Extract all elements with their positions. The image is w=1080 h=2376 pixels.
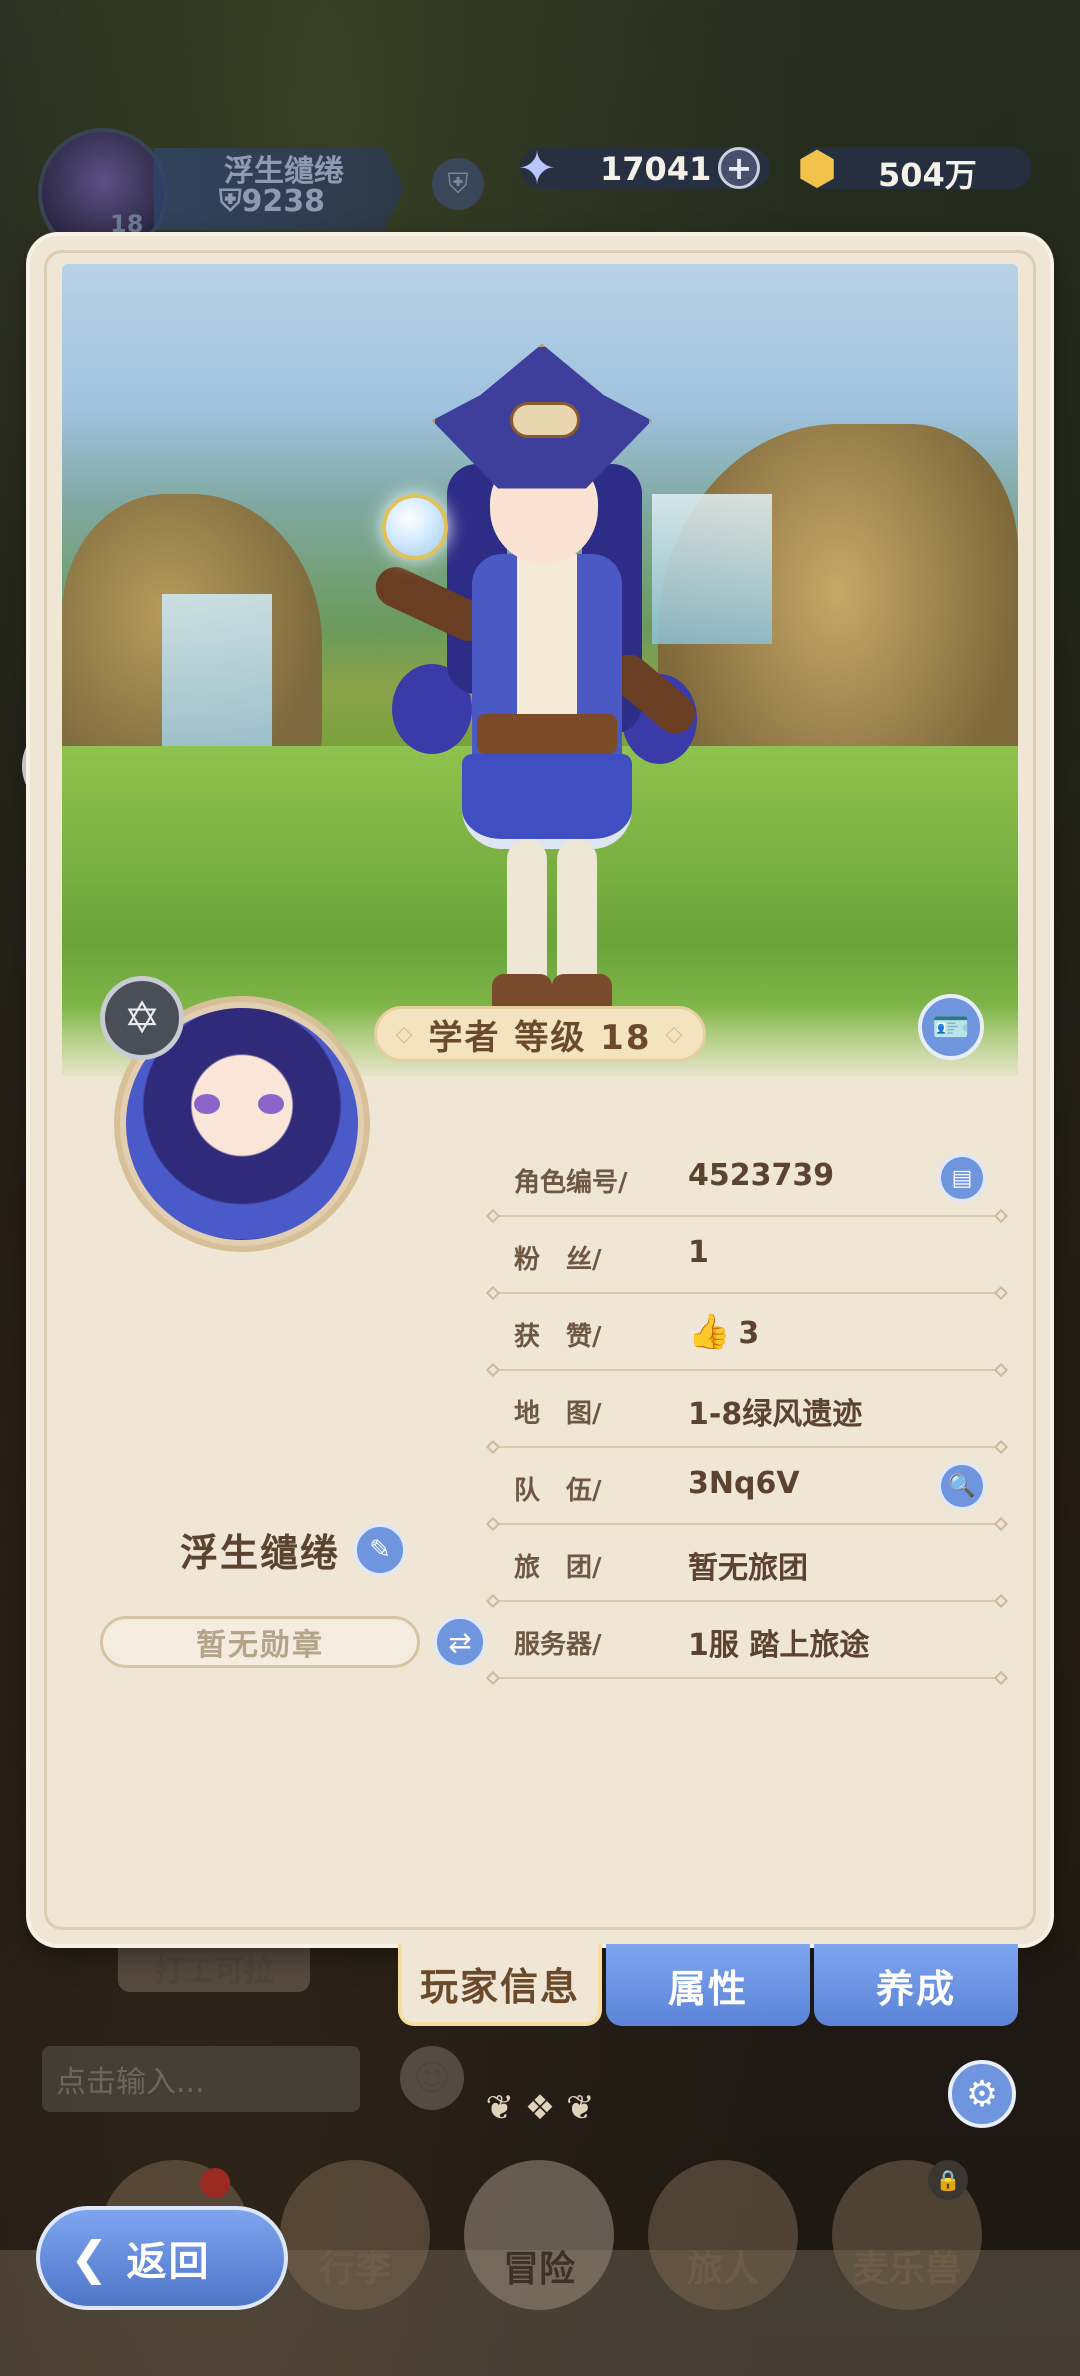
class-level-pill: ◇ 学者 等级 18 ◇: [374, 1006, 706, 1062]
likes-count: 3: [738, 1316, 760, 1351]
info-label: 粉 丝/: [514, 1245, 602, 1275]
class-level-text: 学者 等级 18: [428, 1017, 652, 1058]
star-emblem-icon: ✡: [100, 976, 184, 1060]
nav-pets-label: 麦乐兽: [852, 2249, 961, 2290]
add-gems-button[interactable]: +: [718, 147, 760, 189]
tab-attributes[interactable]: 属性: [606, 1944, 810, 2026]
diamond-deco-icon: ◇: [665, 1021, 685, 1047]
swap-medal-button[interactable]: ⇄: [434, 1616, 486, 1668]
crystal-orb: [382, 494, 448, 560]
nav-adventure[interactable]: 冒险: [464, 2160, 614, 2310]
gem-currency: ✦ 17041 +: [518, 141, 770, 195]
info-row-map: 地 图/ 1-8绿风遗迹: [490, 1371, 1004, 1448]
settings-gear-button[interactable]: ⚙: [948, 2060, 1016, 2128]
lock-icon: 🔒: [928, 2160, 968, 2200]
gem-count: 17041: [600, 150, 712, 188]
copy-id-button[interactable]: ▤: [938, 1154, 986, 1202]
info-row-likes: 获 赞/ 👍 3: [490, 1294, 1004, 1371]
info-value: 👍 3: [688, 1312, 759, 1352]
info-row-server: 服务器/ 1服 踏上旅途: [490, 1602, 1004, 1679]
hud-power: ⛨9238: [219, 184, 325, 219]
hud-power-value: 9238: [241, 184, 326, 219]
info-row-id: 角色编号/ 4523739 ▤: [490, 1140, 1004, 1217]
info-label: 队 伍/: [514, 1476, 602, 1506]
skirt: [462, 754, 632, 849]
row-divider: [490, 1677, 1004, 1679]
thumbs-up-icon: 👍: [688, 1312, 731, 1352]
belt: [477, 714, 617, 754]
chat-input: 点击输入...: [42, 2046, 360, 2112]
avatar-eyes: [194, 1094, 284, 1114]
gold-coin-icon: ⬢: [796, 141, 838, 195]
nav-travelers[interactable]: 旅人: [648, 2160, 798, 2310]
info-label: 获 赞/: [514, 1322, 602, 1352]
clan-icon[interactable]: ⛨: [432, 158, 484, 210]
info-label: 旅 团/: [514, 1553, 602, 1583]
notification-dot: [200, 2168, 230, 2198]
player-info-list: 角色编号/ 4523739 ▤ 粉 丝/ 1 获 赞/ 👍 3 地 图/ 1-8绿…: [490, 1140, 1004, 1679]
name-row: 浮生缱绻 ✎: [180, 1522, 407, 1577]
search-team-button[interactable]: 🔍: [938, 1462, 986, 1510]
info-label: 角色编号/: [514, 1168, 628, 1198]
card-tabs: 玩家信息 属性 养成: [398, 1944, 1020, 2026]
character-model: [369, 334, 704, 1054]
info-value: 1-8绿风遗迹: [688, 1397, 863, 1432]
hud-player-panel[interactable]: 浮生缱绻 ⛨9238: [14, 128, 404, 258]
nav-luggage[interactable]: 行李: [280, 2160, 430, 2310]
profile-card-button[interactable]: 🪪: [918, 994, 984, 1060]
player-name: 浮生缱绻: [180, 1531, 341, 1575]
info-row-team: 队 伍/ 3Nq6V 🔍: [490, 1448, 1004, 1525]
info-value: 4523739: [688, 1158, 835, 1193]
gold-currency: ⬢ 504万: [797, 141, 1032, 195]
star-gem-icon: ✦: [517, 141, 557, 195]
character-scene: [62, 264, 1018, 1076]
hat-badge: [510, 402, 580, 438]
work-button: 打工可拉: [118, 1944, 310, 1992]
info-value: 1服 踏上旅途: [688, 1628, 870, 1663]
gold-count: 504万: [878, 156, 977, 194]
diamond-deco-icon: ◇: [395, 1021, 415, 1047]
card-ornament: ❦ ❖ ❦: [485, 2088, 595, 2128]
back-arrow-icon: ❮: [70, 2231, 111, 2285]
info-value: 暂无旅团: [688, 1551, 808, 1586]
info-label: 地 图/: [514, 1399, 602, 1429]
info-label: 服务器/: [514, 1630, 602, 1660]
back-label: 返回: [126, 2239, 211, 2285]
info-value: 1: [688, 1235, 709, 1270]
hud-level: 18: [110, 210, 144, 238]
nav-pets[interactable]: 麦乐兽 🔒: [832, 2160, 982, 2310]
edit-name-button[interactable]: ✎: [354, 1523, 407, 1576]
medal-slot[interactable]: 暂无勋章: [100, 1616, 420, 1668]
tab-player-info[interactable]: 玩家信息: [398, 1944, 602, 2026]
info-row-fans: 粉 丝/ 1: [490, 1217, 1004, 1294]
back-button[interactable]: ❮ 返回: [36, 2206, 288, 2310]
tab-growth[interactable]: 养成: [814, 1944, 1018, 2026]
info-value: 3Nq6V: [688, 1466, 800, 1501]
info-row-guild: 旅 团/ 暂无旅团: [490, 1525, 1004, 1602]
